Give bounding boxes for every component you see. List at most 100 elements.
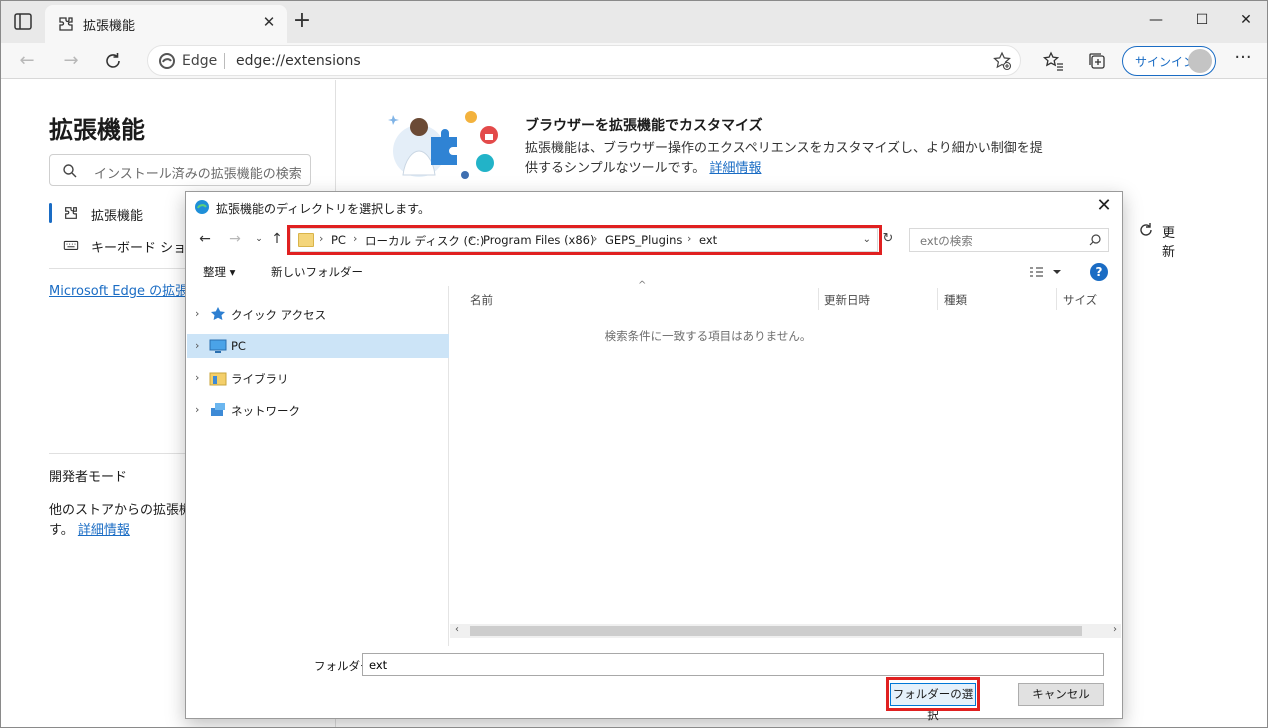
search-icon <box>1089 234 1101 246</box>
network-icon <box>211 403 225 416</box>
maximize-icon[interactable]: ☐ <box>1179 1 1225 39</box>
toolbar: ← → Edge edge://extensions サインイン ··· <box>1 43 1267 79</box>
column-separator[interactable] <box>1056 288 1057 310</box>
edge-logo-icon <box>195 200 209 214</box>
plus-icon[interactable]: + <box>291 10 313 33</box>
chevron-right-icon[interactable]: › <box>195 339 199 352</box>
folder-input[interactable] <box>363 654 1103 675</box>
close-icon[interactable]: ✕ <box>261 14 277 30</box>
close-icon[interactable]: ✕ <box>1092 195 1116 219</box>
recent-locations-icon[interactable]: ⌄ <box>250 230 268 248</box>
chevron-right-icon[interactable]: › <box>195 371 199 384</box>
scroll-right-icon[interactable]: › <box>1113 624 1117 635</box>
dev-desc-text: 他のストアからの拡張機能 <box>49 503 206 518</box>
address-separator <box>224 53 225 69</box>
dialog-nav-bar: ← → ⌄ ↑ › PC › ローカル ディスク (C:) › Program … <box>186 222 1122 256</box>
address-prefix: Edge <box>182 53 218 69</box>
hero-title: ブラウザーを拡張機能でカスタマイズ <box>525 118 763 134</box>
tab-actions-icon[interactable] <box>11 11 35 33</box>
page-title: 拡張機能 <box>49 116 145 144</box>
tree-item-quick-access[interactable]: › クイック アクセス <box>187 302 449 326</box>
column-separator[interactable] <box>818 288 819 310</box>
folder-field[interactable] <box>362 653 1104 676</box>
tree-item-label: PC <box>231 339 246 353</box>
column-separator[interactable] <box>937 288 938 310</box>
search-icon <box>63 164 77 178</box>
hero-learn-more-link[interactable]: 詳細情報 <box>709 161 761 176</box>
column-header-size[interactable]: サイズ <box>1063 292 1097 308</box>
extension-icon <box>65 207 77 219</box>
column-header-type[interactable]: 種類 <box>944 292 967 308</box>
avatar-icon <box>1188 49 1212 73</box>
up-arrow-icon[interactable]: ↑ <box>268 230 286 248</box>
add-favorite-icon[interactable] <box>992 51 1012 71</box>
navigation-pane: › クイック アクセス › PC › ライブラリ › ネットワーク <box>187 286 449 646</box>
address-bar[interactable]: Edge edge://extensions <box>147 45 1021 76</box>
folder-search-input[interactable]: extの検索 <box>909 228 1109 252</box>
extension-icon <box>59 17 73 31</box>
organize-label: 整理 <box>203 265 226 279</box>
minimize-icon[interactable]: — <box>1133 1 1179 39</box>
view-options-icon[interactable] <box>1028 264 1064 280</box>
column-header-modified[interactable]: 更新日時 <box>824 292 870 308</box>
search-placeholder: インストール済みの拡張機能の検索 <box>94 167 302 182</box>
dev-desc-tail: す。 <box>49 523 74 538</box>
back-arrow-icon[interactable]: ← <box>196 230 214 248</box>
refresh-icon[interactable]: ↻ <box>879 229 897 249</box>
dialog-title: 拡張機能のディレクトリを選択します。 <box>216 202 430 216</box>
file-list: ^ 名前 更新日時 種類 サイズ 検索条件に一致する項目はありません。 ‹ › <box>450 280 1121 646</box>
signin-label: サインイン <box>1135 55 1196 69</box>
search-placeholder: extの検索 <box>920 234 973 248</box>
more-icon[interactable]: ··· <box>1231 49 1255 73</box>
horizontal-scrollbar[interactable]: ‹ › <box>450 624 1121 638</box>
tree-item-label: ライブラリ <box>231 372 289 386</box>
window-close-icon[interactable]: ✕ <box>1223 1 1267 39</box>
chevron-right-icon[interactable]: › <box>195 403 199 416</box>
active-tab[interactable]: 拡張機能 ✕ <box>45 5 287 43</box>
star-icon <box>211 307 225 320</box>
chevron-right-icon[interactable]: › <box>195 307 199 320</box>
collections-icon[interactable] <box>1085 49 1109 73</box>
scroll-left-icon[interactable]: ‹ <box>455 624 459 635</box>
tree-item-pc[interactable]: › PC <box>187 334 449 358</box>
dialog-command-bar: 整理 ▾ 新しいフォルダー ? <box>186 256 1122 286</box>
sort-ascending-icon: ^ <box>638 280 647 291</box>
edge-logo-icon <box>159 53 175 69</box>
hero-description: 拡張機能は、ブラウザー操作のエクスペリエンスをカスタマイズし、より細かい制御を提… <box>525 139 1055 179</box>
new-folder-button[interactable]: 新しいフォルダー <box>271 264 363 280</box>
developer-mode-label: 開発者モード <box>49 470 128 485</box>
browser-window: 拡張機能 ✕ + — ☐ ✕ ← → Edge edge://extension… <box>0 0 1268 728</box>
sidebar-item-label: 拡張機能 <box>91 209 144 224</box>
forward-arrow-icon[interactable]: → <box>226 230 244 248</box>
tree-item-network[interactable]: › ネットワーク <box>187 398 449 422</box>
signin-button[interactable]: サインイン <box>1122 46 1216 76</box>
library-icon <box>209 372 227 386</box>
column-header-name[interactable]: 名前 <box>470 292 493 308</box>
highlight-box <box>886 677 980 711</box>
extensions-illustration <box>388 111 498 179</box>
highlight-box <box>287 225 882 255</box>
tree-item-label: クイック アクセス <box>231 308 327 322</box>
folder-picker-dialog: 拡張機能のディレクトリを選択します。 ✕ ← → ⌄ ↑ › PC › ローカル… <box>185 191 1123 722</box>
dialog-titlebar: 拡張機能のディレクトリを選択します。 ✕ <box>186 192 1122 222</box>
back-arrow-icon[interactable]: ← <box>13 47 41 75</box>
favorites-icon[interactable] <box>1041 49 1065 73</box>
computer-icon <box>209 339 227 353</box>
active-indicator <box>49 203 52 223</box>
tree-item-library[interactable]: › ライブラリ <box>187 366 449 390</box>
tab-title: 拡張機能 <box>83 19 136 34</box>
address-url[interactable]: edge://extensions <box>236 53 361 69</box>
refresh-label: 更新 <box>1162 226 1176 260</box>
refresh-icon <box>1140 223 1152 236</box>
tree-item-label: ネットワーク <box>231 404 300 418</box>
scrollbar-thumb[interactable] <box>470 626 1082 636</box>
refresh-icon[interactable] <box>101 49 125 73</box>
forward-arrow-icon[interactable]: → <box>57 47 85 75</box>
extensions-search-input[interactable]: インストール済みの拡張機能の検索 <box>49 154 311 186</box>
cancel-button[interactable]: キャンセル <box>1018 683 1104 706</box>
learn-more-link[interactable]: 詳細情報 <box>78 523 130 538</box>
help-icon[interactable]: ? <box>1090 263 1108 281</box>
tab-bar: 拡張機能 ✕ + — ☐ ✕ <box>1 1 1267 43</box>
keyboard-icon <box>63 240 79 250</box>
organize-button[interactable]: 整理 ▾ <box>203 264 235 280</box>
